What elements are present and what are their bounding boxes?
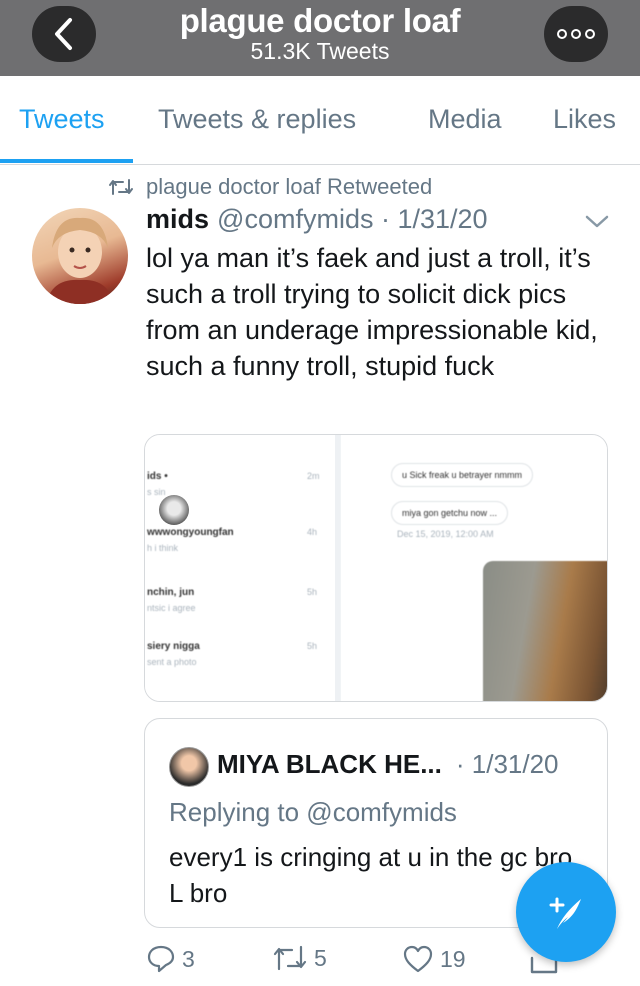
media-row-time: 5h	[307, 641, 318, 651]
chevron-down-icon[interactable]	[584, 214, 610, 230]
media-row-name: siery nigga	[147, 641, 200, 652]
compose-feather-icon	[549, 897, 581, 929]
tweet-text: lol ya man it’s faek and just a troll, i…	[146, 243, 598, 381]
reply-count: 3	[182, 945, 195, 972]
media-chat-avatar	[159, 495, 189, 525]
media-photo	[483, 561, 607, 701]
media-row-time: 2m	[307, 471, 320, 481]
like-count: 19	[440, 945, 466, 972]
retweet-note: plague doctor loaf Retweeted	[108, 172, 432, 202]
profile-tabs: Tweets Tweets & replies Media Likes	[0, 76, 640, 165]
reply-icon	[147, 945, 175, 973]
media-chat-timestamp: Dec 15, 2019, 12:00 AM	[397, 529, 494, 539]
retweet-icon	[273, 945, 307, 971]
profile-header: plague doctor loaf 51.3K Tweets	[0, 0, 640, 76]
retweet-icon	[109, 179, 133, 195]
media-chat-bubble: u Sick freak u betrayer nmmm	[391, 463, 534, 487]
like-button[interactable]: 19	[402, 944, 466, 974]
tab-media[interactable]: Media	[428, 104, 502, 135]
quote-avatar	[169, 747, 209, 787]
quote-replying-to: Replying to @comfymids	[169, 797, 457, 827]
retweet-note-text: plague doctor loaf Retweeted	[146, 174, 433, 199]
tweet-count: 51.3K Tweets	[250, 38, 390, 64]
retweet-count: 5	[314, 944, 327, 971]
tab-tweets-and-replies[interactable]: Tweets & replies	[158, 104, 356, 135]
quote-author-name: MIYA BLACK HE...	[217, 749, 442, 779]
media-chat-bubble: miya gon getchu now ...	[391, 501, 509, 525]
reply-button[interactable]: 3	[146, 944, 195, 974]
tweet-media-image[interactable]: ids • s sin 2m wwwongyoungfan h i think …	[144, 434, 608, 702]
media-row-sub: h i think	[147, 543, 179, 553]
author-handle-date[interactable]: @comfymids · 1/31/20	[217, 204, 488, 235]
media-row-name: wwwongyoungfan	[147, 527, 234, 538]
media-row-sub: ntsic i agree	[147, 603, 196, 613]
quote-date: · 1/31/20	[455, 749, 559, 779]
tab-tweets[interactable]: Tweets	[19, 104, 105, 135]
media-chat-list: ids • s sin 2m wwwongyoungfan h i think …	[145, 435, 335, 701]
active-tab-indicator	[0, 159, 133, 163]
retweet-button[interactable]: 5	[272, 944, 327, 972]
avatar-image	[46, 217, 114, 304]
author-name[interactable]: mids	[146, 204, 209, 235]
avatar[interactable]	[32, 208, 128, 304]
media-row-name: nchin, jun	[147, 587, 195, 598]
compose-tweet-button[interactable]	[516, 862, 616, 962]
more-button[interactable]	[544, 6, 608, 62]
media-row-name: ids •	[147, 471, 168, 482]
media-row-time: 5h	[307, 587, 318, 597]
media-row-sub: sent a photo	[147, 657, 197, 667]
media-chat-thread: u Sick freak u betrayer nmmm miya gon ge…	[341, 435, 607, 701]
more-dots-icon	[557, 29, 595, 39]
heart-icon	[403, 945, 433, 973]
tab-likes[interactable]: Likes	[553, 104, 616, 135]
tweet-header: mids @comfymids · 1/31/20	[146, 204, 488, 235]
quote-header: MIYA BLACK HE... · 1/31/20	[217, 749, 559, 780]
media-row-time: 4h	[307, 527, 318, 537]
